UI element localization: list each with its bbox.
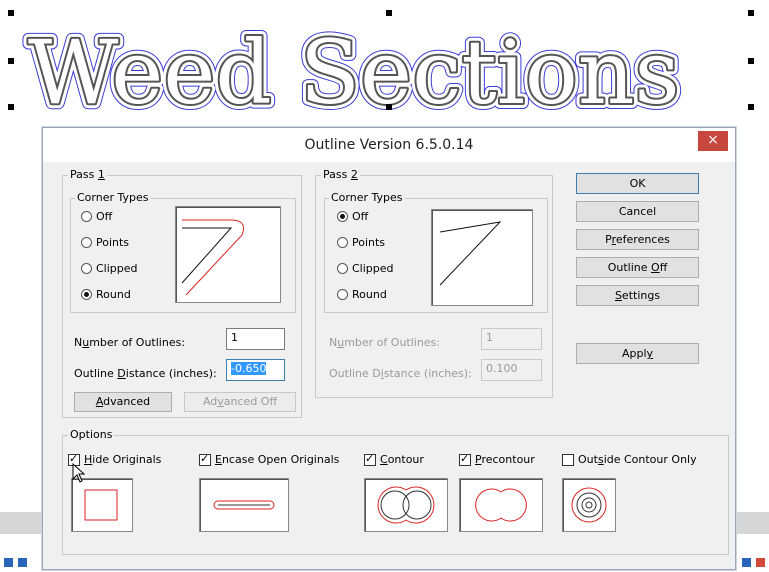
encase-preview [199,478,289,532]
pass1-label: Pass 1 [68,168,107,181]
pass1-corner-types-label: Corner Types [75,191,151,204]
precontour-preview [459,478,543,532]
ok-button[interactable]: OK [576,173,699,194]
checkbox-checked-icon [364,452,376,466]
radio-icon [337,237,348,248]
selection-handle[interactable] [386,10,392,16]
pass2-group: Pass 2 Corner Types Off Points Clipped R… [315,168,553,398]
background-icon [756,558,765,567]
pass1-corner-preview [175,206,281,303]
canvas-text-fill: Weed Sections [28,21,680,124]
canvas-text-art: Weed Sections Weed Sections Weed Section… [22,15,686,127]
encase-open-originals-checkbox[interactable]: Encase Open Originals [199,452,339,466]
pass1-radio-points[interactable]: Points [81,236,129,249]
contour-checkbox[interactable]: Contour [364,452,424,466]
dialog-title: Outline Version 6.5.0.14 [304,137,474,153]
pass2-radio-clipped[interactable]: Clipped [337,262,394,275]
pass2-distance-label: Outline Distance (inches): [329,367,472,380]
settings-button[interactable]: Settings [576,285,699,306]
advanced-button[interactable]: Advanced [74,392,172,412]
background-icon [742,558,751,567]
advanced-off-button[interactable]: Advanced Off [184,392,296,412]
pass1-radio-round[interactable]: Round [81,288,131,301]
pass1-number-label: Number of Outlines: [74,336,186,349]
pass2-distance-input[interactable]: 0.100 [481,359,542,381]
selection-handle[interactable] [386,104,392,110]
pass1-number-input[interactable]: 1 [226,328,285,350]
radio-icon [337,263,348,274]
pass2-corner-types-label: Corner Types [329,191,405,204]
pass1-distance-input[interactable]: -0.650 [226,359,285,381]
pass2-radio-off[interactable]: Off [337,210,368,223]
selection-handle[interactable] [8,10,14,16]
outside-contour-preview [562,478,616,532]
contour-preview [364,478,448,532]
pass1-radio-off[interactable]: Off [81,210,112,223]
radio-icon [81,211,92,222]
outside-contour-only-checkbox[interactable]: Outside Contour Only [562,453,697,466]
selection-handle[interactable] [748,10,754,16]
selection-handle[interactable] [8,104,14,110]
background-icon [4,558,13,567]
hide-originals-preview [71,478,133,532]
background-icon [18,558,27,567]
pass1-group: Pass 1 Corner Types Off Points Clipped R… [62,168,302,418]
radio-icon [337,289,348,300]
selection-handle[interactable] [748,58,754,64]
pass1-distance-label: Outline Distance (inches): [74,367,217,380]
pass2-corner-types: Corner Types Off Points Clipped Round [324,191,548,313]
pass2-number-label: Number of Outlines: [329,336,441,349]
radio-selected-icon [337,211,348,222]
pass2-label: Pass 2 [321,168,360,181]
preferences-button[interactable]: Preferences [576,229,699,250]
pass2-corner-preview [431,209,533,306]
precontour-checkbox[interactable]: Precontour [459,452,535,466]
title-bar[interactable]: Outline Version 6.5.0.14 × [43,128,735,162]
apply-button[interactable]: Apply [576,343,699,364]
selection-handle[interactable] [8,58,14,64]
radio-icon [81,237,92,248]
checkbox-checked-icon [199,452,211,466]
radio-selected-icon [81,289,92,300]
radio-icon [81,263,92,274]
cancel-button[interactable]: Cancel [576,201,699,222]
close-button[interactable]: × [698,131,728,151]
pass2-radio-round[interactable]: Round [337,288,387,301]
options-label: Options [68,428,115,441]
pass1-corner-types: Corner Types Off Points Clipped Round [70,191,296,313]
pass2-number-input[interactable]: 1 [481,328,542,350]
checkbox-checked-icon [459,452,471,466]
mouse-cursor-icon [72,463,86,483]
pass1-radio-clipped[interactable]: Clipped [81,262,138,275]
pass2-radio-points[interactable]: Points [337,236,385,249]
selection-handle[interactable] [748,104,754,110]
background-toolbar [735,512,769,534]
background-toolbar [0,512,42,534]
outline-off-button[interactable]: Outline Off [576,257,699,278]
outline-dialog: Outline Version 6.5.0.14 × Pass 1 Corner… [42,127,736,570]
options-group: Options Hide Originals Encase Open Origi… [62,428,729,555]
checkbox-icon [562,453,574,466]
